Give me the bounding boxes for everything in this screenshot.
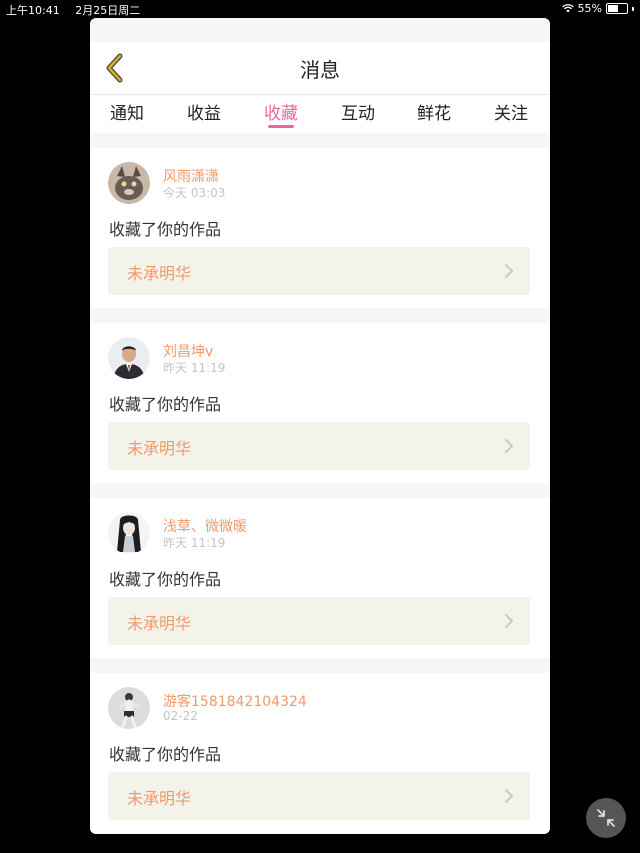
- username[interactable]: 风雨潇潇: [163, 166, 219, 186]
- list-item: 游客1581842104324 02-22 收藏了你的作品 未承明华: [90, 673, 550, 833]
- chevron-right-icon: [505, 789, 513, 803]
- anime-avatar-icon: [108, 512, 150, 554]
- timestamp: 02-22: [163, 709, 198, 723]
- work-title: 未承明华: [127, 264, 192, 283]
- work-link[interactable]: 未承明华: [108, 772, 530, 820]
- cat-avatar-icon: [108, 162, 150, 204]
- avatar[interactable]: [108, 337, 150, 379]
- status-bar: 上午10:41 2月25日周二 55%: [0, 0, 640, 18]
- collapse-window-button[interactable]: [586, 798, 626, 838]
- list-item: 刘昌坤v 昨天 11:19 收藏了你的作品 未承明华: [90, 323, 550, 483]
- work-title: 未承明华: [127, 614, 192, 633]
- list-item: 风雨潇潇 今天 03:03 收藏了你的作品 未承明华: [90, 148, 550, 308]
- active-tab-indicator: [268, 125, 294, 128]
- tab-bar: 通知 收益 收藏 互动 鲜花 关注: [90, 95, 550, 133]
- tab-earnings[interactable]: 收益: [176, 99, 232, 124]
- action-text: 收藏了你的作品: [109, 570, 222, 589]
- avatar[interactable]: [108, 687, 150, 729]
- avatar[interactable]: [108, 512, 150, 554]
- work-link[interactable]: 未承明华: [108, 597, 530, 645]
- work-link[interactable]: 未承明华: [108, 247, 530, 295]
- username[interactable]: 刘昌坤v: [163, 341, 213, 361]
- tab-flowers[interactable]: 鲜花: [406, 99, 462, 124]
- work-link[interactable]: 未承明华: [108, 422, 530, 470]
- tab-favorites[interactable]: 收藏: [253, 99, 309, 124]
- timestamp: 昨天 11:19: [163, 361, 226, 375]
- page-title: 消息: [300, 58, 340, 82]
- battery-percent: 55%: [577, 2, 602, 15]
- wifi-icon: [561, 4, 574, 13]
- battery-icon: [606, 3, 628, 14]
- chevron-right-icon: [505, 264, 513, 278]
- status-date: 2月25日周二: [75, 4, 141, 17]
- timestamp: 昨天 11:19: [163, 536, 226, 550]
- action-text: 收藏了你的作品: [109, 395, 222, 414]
- tab-interactions[interactable]: 互动: [330, 99, 386, 124]
- action-text: 收藏了你的作品: [109, 745, 222, 764]
- man-avatar-icon: [108, 337, 150, 379]
- status-time: 上午10:41: [6, 4, 60, 17]
- chevron-right-icon: [505, 614, 513, 628]
- username[interactable]: 浅草、微微暖: [163, 516, 247, 536]
- messages-panel: 消息 通知 收益 收藏 互动 鲜花 关注 风雨潇潇 今天 03:03 收藏了你的…: [90, 18, 550, 834]
- person-avatar-icon: [108, 687, 150, 729]
- chevron-right-icon: [505, 439, 513, 453]
- username[interactable]: 游客1581842104324: [163, 691, 307, 711]
- timestamp: 今天 03:03: [163, 186, 226, 200]
- tab-notifications[interactable]: 通知: [99, 99, 155, 124]
- list-item: 浅草、微微暖 昨天 11:19 收藏了你的作品 未承明华: [90, 498, 550, 658]
- collapse-arrows-icon: [597, 809, 615, 827]
- action-text: 收藏了你的作品: [109, 220, 222, 239]
- tab-following[interactable]: 关注: [483, 99, 539, 124]
- avatar[interactable]: [108, 162, 150, 204]
- work-title: 未承明华: [127, 439, 192, 458]
- work-title: 未承明华: [127, 789, 192, 808]
- nav-bar: 消息: [90, 42, 550, 95]
